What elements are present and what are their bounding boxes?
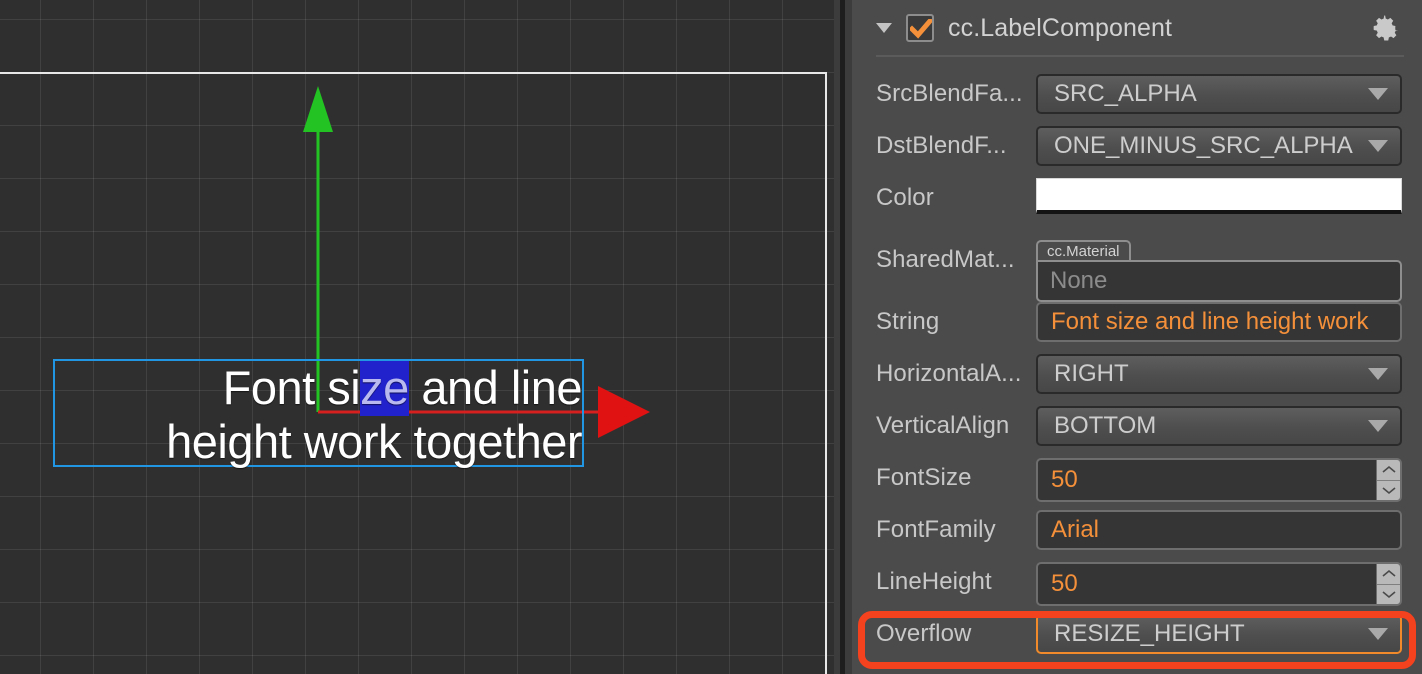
property-label-vertical-align: VerticalAlign [876,412,1010,439]
dropdown-value-overflow: RESIZE_HEIGHT [1054,620,1245,647]
stepper-up-button[interactable] [1377,460,1400,481]
chevron-down-icon [1368,628,1388,640]
editor-window: Font size and line height work together … [0,0,1422,674]
dropdown-horizontal-align[interactable]: RIGHT [1036,354,1402,394]
property-row-color: Color [852,172,1422,224]
property-row-horizontal-align: HorizontalA... RIGHT [852,348,1422,400]
property-field-dst-blend-factor: ONE_MINUS_SRC_ALPHA [1036,126,1402,166]
gizmo-x-axis-arrow[interactable] [598,386,650,438]
property-field-vertical-align: BOTTOM [1036,406,1402,446]
dropdown-value-dst-blend-factor: ONE_MINUS_SRC_ALPHA [1054,132,1353,159]
dropdown-src-blend-factor[interactable]: SRC_ALPHA [1036,74,1402,114]
number-stepper[interactable] [1376,562,1402,606]
property-field-font-family: Arial [1036,510,1402,550]
dropdown-dst-blend-factor[interactable]: ONE_MINUS_SRC_ALPHA [1036,126,1402,166]
text-input-string[interactable]: Font size and line height work [1036,302,1402,342]
stepper-down-button[interactable] [1377,585,1400,605]
stepper-down-button[interactable] [1377,481,1400,501]
property-label-font-family: FontFamily [876,516,996,543]
property-row-shared-material: SharedMat... cc.Material None [852,224,1422,302]
dropdown-vertical-align[interactable]: BOTTOM [1036,406,1402,446]
property-label-overflow: Overflow [876,620,972,647]
gear-icon[interactable] [1370,13,1400,43]
scene-label-text[interactable]: Font size and line height work together [55,357,583,469]
property-field-overflow: RESIZE_HEIGHT [1036,614,1402,654]
dropdown-overflow[interactable]: RESIZE_HEIGHT [1036,614,1402,654]
chevron-down-icon [1368,420,1388,432]
gizmo-y-axis-arrow[interactable] [303,86,333,132]
property-field-horizontal-align: RIGHT [1036,354,1402,394]
color-swatch-color[interactable] [1036,178,1402,214]
number-input-font-size[interactable]: 50 [1036,458,1402,502]
property-field-src-blend-factor: SRC_ALPHA [1036,74,1402,114]
text-input-font-family[interactable]: Arial [1036,510,1402,550]
inspector-panel: cc.LabelComponent SrcBlendFa... SRC_ALPHA… [852,0,1422,674]
property-label-line-height: LineHeight [876,568,992,595]
chevron-down-icon [1368,140,1388,152]
property-row-src-blend-factor: SrcBlendFa... SRC_ALPHA [852,68,1422,120]
component-header[interactable]: cc.LabelComponent [852,0,1422,57]
scene-label-line1-before: Font si [222,361,361,414]
chevron-down-icon [1368,88,1388,100]
number-stepper[interactable] [1376,458,1402,502]
property-label-font-size: FontSize [876,464,972,491]
scene-label-selection-highlight: ze [360,361,409,416]
property-label-color: Color [876,184,934,211]
property-row-vertical-align: VerticalAlign BOTTOM [852,400,1422,452]
property-field-color [1036,178,1402,218]
panel-divider-right[interactable] [845,0,852,674]
dropdown-value-vertical-align: BOTTOM [1054,412,1157,439]
component-enabled-checkbox[interactable] [906,14,934,42]
header-divider [876,55,1404,57]
checkmark-icon [910,19,932,39]
property-field-string: Font size and line height work [1036,302,1402,342]
asset-field-shared-material[interactable]: cc.Material None [1036,240,1402,302]
transform-gizmo [303,86,650,438]
triangle-down-icon[interactable] [876,23,892,33]
dropdown-value-horizontal-align: RIGHT [1054,360,1129,387]
chevron-down-icon [1368,368,1388,380]
property-row-line-height: LineHeight 50 [852,556,1422,608]
property-label-string: String [876,308,940,335]
asset-type-tag: cc.Material [1036,240,1131,262]
property-label-horizontal-align: HorizontalA... [876,360,1022,387]
asset-value-shared-material[interactable]: None [1036,260,1402,302]
scene-label-line-2: height work together [166,415,582,468]
component-title: cc.LabelComponent [948,13,1173,42]
property-row-overflow: Overflow RESIZE_HEIGHT [852,608,1422,660]
property-list: SrcBlendFa... SRC_ALPHA DstBlendF... ONE_MI… [852,56,1422,660]
property-row-dst-blend-factor: DstBlendF... ONE_MINUS_SRC_ALPHA [852,120,1422,172]
property-row-font-family: FontFamily Arial [852,504,1422,556]
dropdown-value-src-blend-factor: SRC_ALPHA [1054,80,1197,107]
property-field-shared-material: cc.Material None [1036,240,1402,302]
number-value-font-size[interactable]: 50 [1036,458,1376,502]
number-input-line-height[interactable]: 50 [1036,562,1402,606]
property-label-dst-blend-factor: DstBlendF... [876,132,1007,159]
property-label-src-blend-factor: SrcBlendFa... [876,80,1023,107]
property-row-string: String Font size and line height work [852,296,1422,348]
number-value-line-height[interactable]: 50 [1036,562,1376,606]
scene-label-line1-after: and line [408,361,582,414]
scene-view[interactable]: Font size and line height work together [0,0,834,674]
property-label-shared-material: SharedMat... [876,246,1015,273]
property-field-line-height: 50 [1036,562,1402,606]
stepper-up-button[interactable] [1377,564,1400,585]
scene-label-line-1: Font size and line [222,361,583,416]
property-row-font-size: FontSize 50 [852,452,1422,504]
property-field-font-size: 50 [1036,458,1402,502]
